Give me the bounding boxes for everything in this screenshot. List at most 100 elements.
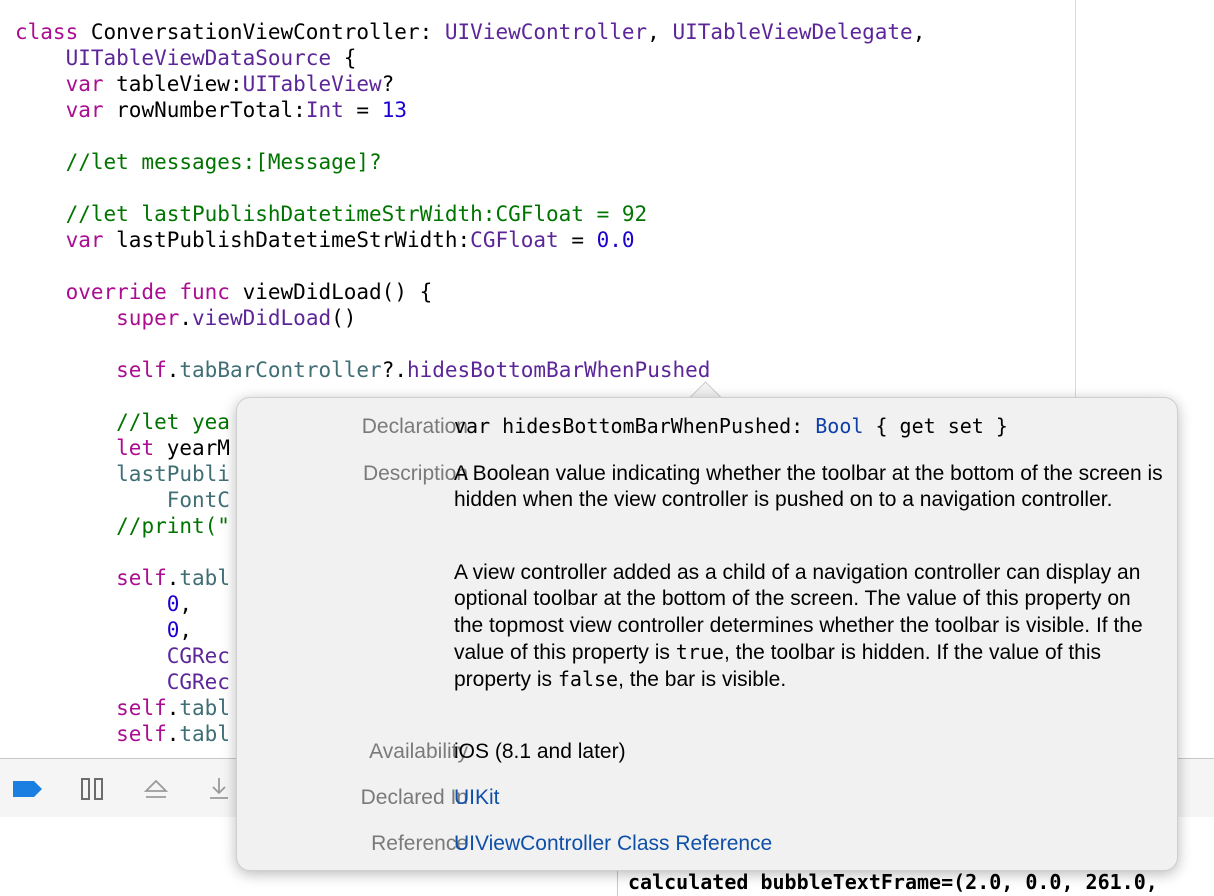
- code-token: ConversationViewController:: [78, 20, 445, 44]
- code-token: ,: [179, 592, 193, 616]
- code-line: 0,: [15, 591, 192, 617]
- code-token: tabl: [179, 722, 230, 746]
- declaration-type: Bool: [815, 414, 864, 438]
- code-token: Int: [305, 98, 344, 122]
- code-line: //print(": [15, 513, 230, 539]
- code-token: ,: [179, 618, 193, 642]
- description-p2-true: true: [675, 639, 724, 664]
- description-p2-c: , the bar is visible.: [618, 668, 787, 692]
- code-line: self.tabl: [15, 695, 230, 721]
- declaration-value: var hidesBottomBarWhenPushed: Bool { get…: [454, 413, 1164, 440]
- code-token: 0.0: [596, 228, 635, 252]
- declaration-pre: var hidesBottomBarWhenPushed:: [454, 414, 816, 438]
- code-line: self.tabl: [15, 565, 230, 591]
- step-over-icon[interactable]: [143, 777, 169, 801]
- availability-value: iOS (8.1 and later): [454, 740, 626, 763]
- code-line: self.tabBarController?.hidesBottomBarWhe…: [15, 357, 710, 383]
- code-line: //let yea: [15, 409, 230, 435]
- code-token: (): [331, 306, 357, 330]
- code-token: //let messages:[Message]?: [65, 150, 382, 174]
- code-token: let: [116, 436, 155, 460]
- code-token: UITableViewDataSource: [65, 46, 332, 70]
- code-line: self.tabl: [15, 721, 230, 747]
- code-token: self: [116, 696, 167, 720]
- code-token: .: [179, 306, 193, 330]
- declaration-post: { get set }: [863, 414, 1008, 438]
- description-label: Description: [362, 462, 468, 485]
- code-token: tabl: [179, 566, 230, 590]
- code-token: FontC: [166, 488, 230, 512]
- code-token: tabBarController: [179, 358, 382, 382]
- breakpoint-toggle-icon[interactable]: [12, 777, 44, 801]
- code-line: var rowNumberTotal:Int = 13: [15, 97, 407, 123]
- code-token: UITableViewDelegate: [672, 20, 913, 44]
- pause-icon[interactable]: [80, 777, 104, 801]
- code-token: 13: [381, 98, 407, 122]
- code-token: ,: [647, 20, 673, 44]
- code-line: //let lastPublishDatetimeStrWidth:CGFloa…: [15, 201, 648, 227]
- code-token: super: [116, 306, 180, 330]
- code-token: var: [65, 72, 104, 96]
- declaration-label: Declaration: [361, 415, 468, 438]
- code-token: .: [166, 566, 180, 590]
- code-token: {: [331, 46, 357, 70]
- code-token: CGRec: [166, 670, 230, 694]
- code-line: FontC: [15, 487, 230, 513]
- code-token: lastPublishDatetimeStrWidth:: [103, 228, 471, 252]
- code-token: 0: [166, 618, 180, 642]
- code-line: super.viewDidLoad(): [15, 305, 356, 331]
- console-output: calculated bubbleTextFrame=(2.0, 0.0, 26…: [628, 870, 1158, 894]
- code-line: //let messages:[Message]?: [15, 149, 382, 175]
- code-token: rowNumberTotal:: [103, 98, 306, 122]
- code-token: ?.: [381, 358, 407, 382]
- code-line: 0,: [15, 617, 192, 643]
- code-token: var: [65, 228, 104, 252]
- code-token: //print(": [116, 514, 230, 538]
- code-token: ?: [381, 72, 395, 96]
- code-token: lastPubli: [116, 462, 230, 486]
- code-token: =: [343, 98, 382, 122]
- code-token: .: [166, 722, 180, 746]
- code-token: class: [15, 20, 79, 44]
- code-token: yearM: [154, 436, 230, 460]
- code-token: tabl: [179, 696, 230, 720]
- code-token: //let lastPublishDatetimeStrWidth:CGFloa…: [65, 202, 648, 226]
- declared-in-label: Declared In: [360, 786, 468, 809]
- code-token: CGRec: [166, 644, 230, 668]
- code-line: override func viewDidLoad() {: [15, 279, 433, 305]
- description-p2-false: false: [557, 667, 619, 692]
- reference-link[interactable]: UIViewController Class Reference: [454, 831, 772, 857]
- code-token: hidesBottomBarWhenPushed: [406, 358, 711, 382]
- code-token: ,: [912, 20, 926, 44]
- code-token: .: [166, 696, 180, 720]
- code-line: var lastPublishDatetimeStrWidth:CGFloat …: [15, 227, 635, 253]
- code-line: lastPubli: [15, 461, 230, 487]
- code-token: self: [116, 358, 167, 382]
- description-p1: A Boolean value indicating whether the t…: [454, 462, 1163, 512]
- code-token: CGFloat: [470, 228, 559, 252]
- code-token: UIViewController: [444, 20, 648, 44]
- declared-in-link[interactable]: UIKit: [454, 785, 500, 811]
- code-token: self: [116, 722, 167, 746]
- code-token: viewDidLoad: [192, 306, 332, 330]
- step-into-icon[interactable]: [207, 777, 231, 801]
- code-token: 0: [166, 592, 180, 616]
